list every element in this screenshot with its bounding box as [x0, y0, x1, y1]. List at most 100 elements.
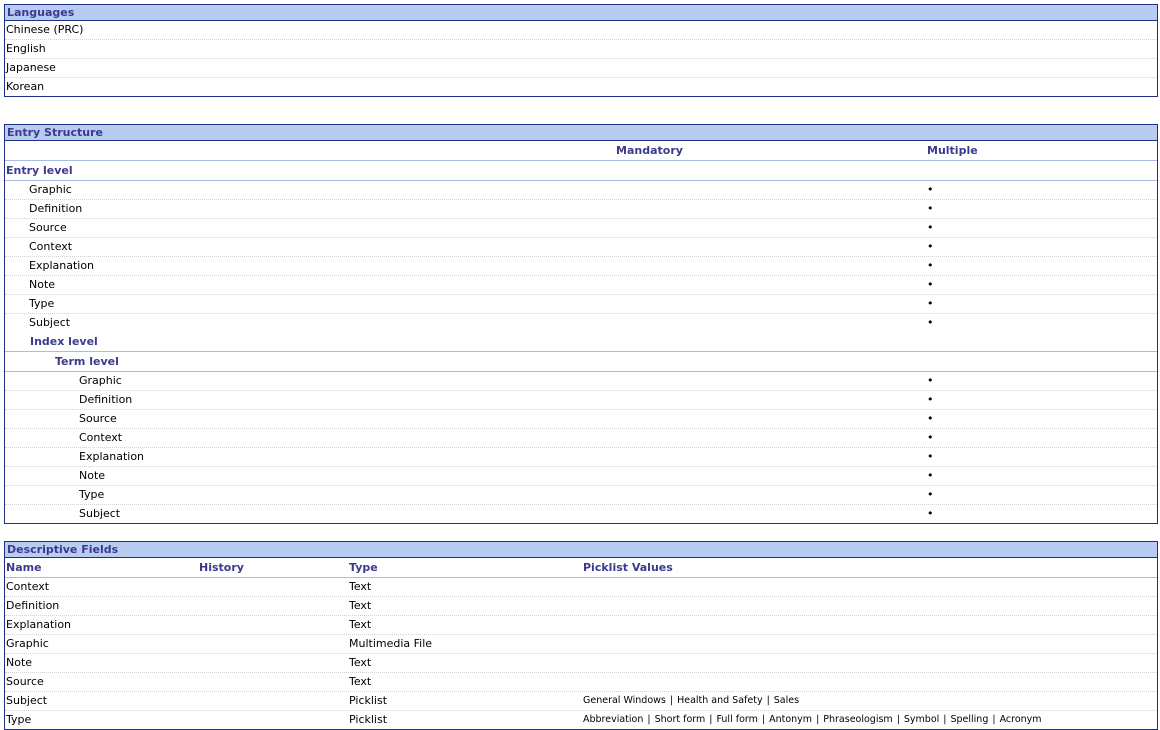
type-column-header: Type: [349, 561, 378, 574]
term-level-field-row: Graphic •: [5, 372, 1157, 391]
descriptive-field-row: Explanation Text: [5, 616, 1157, 635]
field-type: Text: [349, 580, 372, 593]
field-name: Type: [6, 713, 32, 726]
picklist-value: Acronym: [999, 714, 1042, 725]
descriptive-field-row: Graphic Multimedia File: [5, 635, 1157, 654]
language-name: Japanese: [6, 61, 56, 74]
index-level-heading: Index level: [5, 332, 1157, 351]
descriptive-fields-title: Descriptive Fields: [5, 542, 1157, 558]
picklist-separator: |: [896, 714, 900, 725]
picklist-values: Abbreviation | Short form | Full form | Antony…: [583, 711, 1042, 729]
picklist-separator: |: [992, 714, 996, 725]
entry-level-field-row: Graphic •: [5, 181, 1157, 200]
descriptive-field-row: Subject Picklist General Windows | Health an…: [5, 692, 1157, 711]
term-level-label: Term level: [55, 355, 119, 368]
multiple-bullet: •: [927, 221, 934, 234]
mandatory-column-header: Mandatory: [616, 144, 683, 157]
descriptive-field-row: Context Text: [5, 578, 1157, 597]
field-name: Note: [6, 656, 33, 669]
entry-level-field-row: Context •: [5, 238, 1157, 257]
multiple-bullet: •: [927, 507, 934, 520]
field-type: Picklist: [349, 713, 388, 726]
multiple-bullet: •: [927, 431, 934, 444]
picklist-separator: |: [816, 714, 820, 725]
entry-structure-column-headers: Mandatory Multiple: [5, 141, 1157, 161]
term-level-field-row: Note •: [5, 467, 1157, 486]
field-name: Explanation: [29, 259, 95, 272]
languages-list: Chinese (PRC) English Japanese Korean: [5, 21, 1157, 96]
descriptive-fields-rows: Context Text Definition Text Explanation Text…: [5, 578, 1157, 729]
multiple-bullet: •: [927, 393, 934, 406]
field-type: Text: [349, 599, 372, 612]
history-column-header: History: [199, 561, 244, 574]
multiple-bullet: •: [927, 488, 934, 501]
field-type: Multimedia File: [349, 637, 433, 650]
field-name: Source: [6, 675, 44, 688]
multiple-bullet: •: [927, 316, 934, 329]
picklist-separator: |: [761, 714, 766, 725]
picklist-value: Symbol: [903, 714, 940, 725]
entry-structure-title: Entry Structure: [5, 125, 1157, 141]
picklist-separator: |: [766, 695, 770, 706]
term-level-field-row: Source •: [5, 410, 1157, 429]
picklist-column-header: Picklist Values: [583, 561, 673, 574]
multiple-bullet: •: [927, 450, 934, 463]
field-name: Definition: [29, 202, 83, 215]
entry-level-field-row: Type •: [5, 295, 1157, 314]
field-name: Source: [79, 412, 117, 425]
language-name: Chinese (PRC): [6, 23, 84, 36]
field-name: Subject: [29, 316, 71, 329]
picklist-value: Abbreviation: [583, 714, 644, 725]
field-type: Picklist: [349, 694, 388, 707]
entry-level-fields: Graphic • Definition • Source • Context • Explan…: [5, 181, 1157, 332]
multiple-bullet: •: [927, 412, 934, 425]
entry-level-field-row: Subject •: [5, 314, 1157, 332]
field-type: Text: [349, 675, 372, 688]
language-row: Korean: [5, 78, 1157, 96]
picklist-value: Short form: [654, 714, 706, 725]
descriptive-field-row: Type Picklist Abbreviation | Short form | Full…: [5, 711, 1157, 729]
picklist-value: Spelling: [950, 714, 989, 725]
field-name: Context: [79, 431, 123, 444]
multiple-bullet: •: [927, 374, 934, 387]
multiple-bullet: •: [927, 240, 934, 253]
term-level-fields: Graphic • Definition • Source • Context • Explan…: [5, 372, 1157, 523]
name-column-header: Name: [6, 561, 42, 574]
language-name: English: [6, 42, 46, 55]
field-name: Context: [6, 580, 50, 593]
languages-title: Languages: [5, 5, 1157, 21]
language-row: Japanese: [5, 59, 1157, 78]
language-row: Chinese (PRC): [5, 21, 1157, 40]
language-name: Korean: [6, 80, 45, 93]
multiple-bullet: •: [927, 259, 934, 272]
entry-level-label: Entry level: [6, 164, 73, 177]
term-level-field-row: Type •: [5, 486, 1157, 505]
picklist-value: Health and Safety: [677, 695, 763, 706]
term-level-field-row: Subject •: [5, 505, 1157, 523]
multiple-bullet: •: [927, 202, 934, 215]
language-row: English: [5, 40, 1157, 59]
field-type: Text: [349, 656, 372, 669]
descriptive-fields-column-headers: Name History Type Picklist Values: [5, 558, 1157, 578]
languages-section: Languages Chinese (PRC) English Japanese Ko…: [4, 4, 1158, 97]
field-name: Graphic: [6, 637, 49, 650]
entry-level-field-row: Definition •: [5, 200, 1157, 219]
descriptive-field-row: Definition Text: [5, 597, 1157, 616]
entry-level-heading: Entry level: [5, 161, 1157, 181]
picklist-separator: |: [709, 714, 713, 725]
multiple-bullet: •: [927, 278, 934, 291]
term-level-field-row: Explanation •: [5, 448, 1157, 467]
field-name: Definition: [79, 393, 133, 406]
field-name: Source: [29, 221, 67, 234]
entry-level-field-row: Note •: [5, 276, 1157, 295]
descriptive-fields-section: Descriptive Fields Name History Type Pic…: [4, 541, 1158, 730]
descriptive-field-row: Source Text: [5, 673, 1157, 692]
field-name: Context: [29, 240, 73, 253]
picklist-value: Sales: [773, 695, 800, 706]
picklist-value: Phraseologism: [823, 714, 893, 725]
field-name: Subject: [6, 694, 48, 707]
descriptive-field-row: Note Text: [5, 654, 1157, 673]
entry-structure-section: Entry Structure Mandatory Multiple Entry…: [4, 124, 1158, 524]
picklist-value: Full form: [716, 714, 758, 725]
field-name: Graphic: [29, 183, 72, 196]
